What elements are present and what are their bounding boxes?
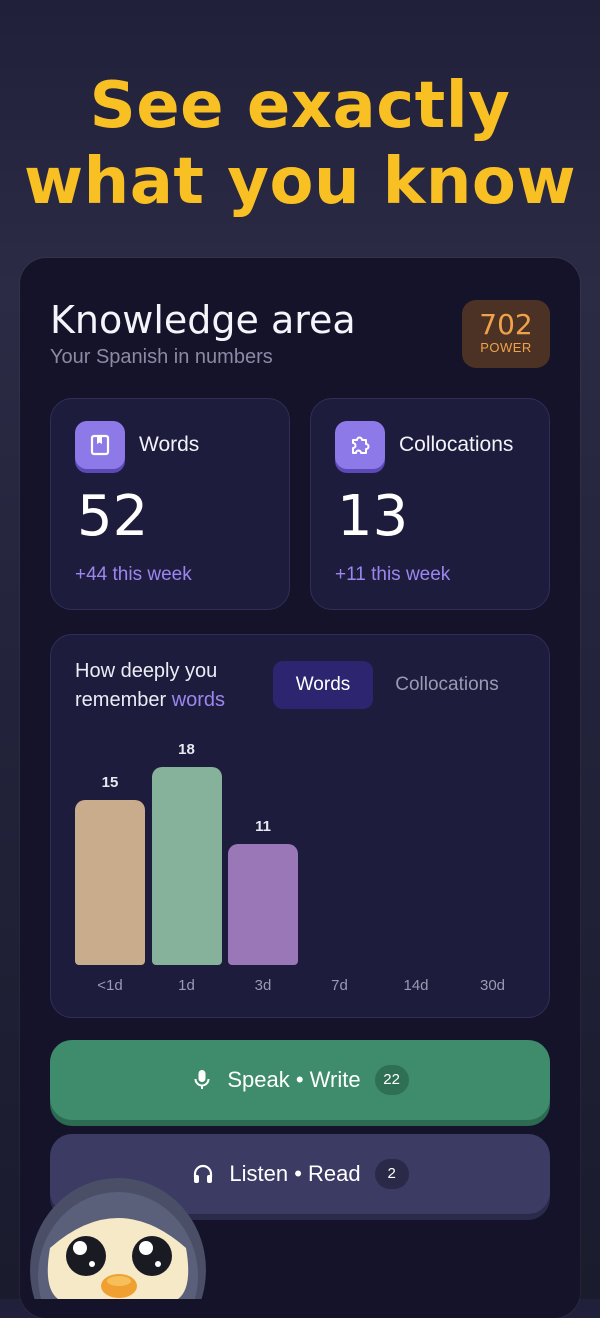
chart-category-label: 7d — [331, 977, 348, 994]
chart-bar-value: 18 — [178, 741, 195, 758]
collocations-stat-value: 13 — [337, 484, 409, 549]
puzzle-icon — [335, 421, 385, 469]
power-badge: 702 POWER — [462, 300, 550, 368]
words-stat-value: 52 — [77, 484, 149, 549]
memory-title-mid: remember — [75, 689, 172, 711]
book-icon — [75, 421, 125, 469]
listen-read-count: 2 — [374, 1159, 409, 1189]
words-stat-delta: +44 this week — [75, 564, 192, 585]
memory-title-prefix: How deeply you — [75, 660, 218, 682]
speak-write-label: Speak • Write — [227, 1067, 361, 1092]
chart-category-label: 3d — [254, 977, 272, 994]
tab-collocations[interactable]: Collocations — [377, 661, 517, 709]
headline-line-2: what you know — [24, 145, 576, 219]
chart-bar — [151, 767, 222, 965]
page-subtitle: Your Spanish in numbers — [50, 346, 273, 368]
collocations-stat-label: Collocations — [399, 433, 514, 456]
listen-read-label: Listen • Read — [229, 1161, 361, 1186]
penguin-mascot — [28, 1178, 208, 1299]
collocations-stat-card[interactable]: Collocations 13 +11 this week — [310, 398, 550, 610]
memory-title-accent: words — [171, 689, 226, 711]
chart-category-label: 14d — [403, 977, 429, 994]
chart-bar-value: 11 — [255, 818, 271, 835]
speak-write-count: 22 — [374, 1065, 409, 1095]
chart-category-label: 30d — [479, 977, 506, 994]
words-stat-label: Words — [139, 433, 200, 456]
words-stat-card[interactable]: Words 52 +44 this week — [50, 398, 290, 610]
headline: See exactly what you know — [0, 68, 600, 220]
page-title: Knowledge area — [50, 298, 356, 342]
headline-line-1: See exactly — [89, 69, 511, 143]
speak-write-button[interactable]: Speak • Write 22 — [50, 1040, 550, 1120]
microphone-icon — [194, 1070, 210, 1089]
power-value: 702 — [479, 308, 533, 341]
memory-chart-title: How deeply you remember words — [75, 657, 265, 715]
chart-category-label: 1d — [178, 977, 195, 994]
chart-category-label: <1d — [97, 977, 123, 994]
memory-chart-card: How deeply you remember words Words Coll… — [50, 634, 550, 1018]
chart-bar-value: 15 — [101, 774, 119, 791]
chart-bar — [228, 844, 298, 965]
tab-words[interactable]: Words — [273, 661, 373, 709]
power-label: POWER — [480, 340, 532, 355]
chart-bar — [75, 800, 145, 965]
collocations-stat-delta: +11 this week — [335, 564, 451, 585]
